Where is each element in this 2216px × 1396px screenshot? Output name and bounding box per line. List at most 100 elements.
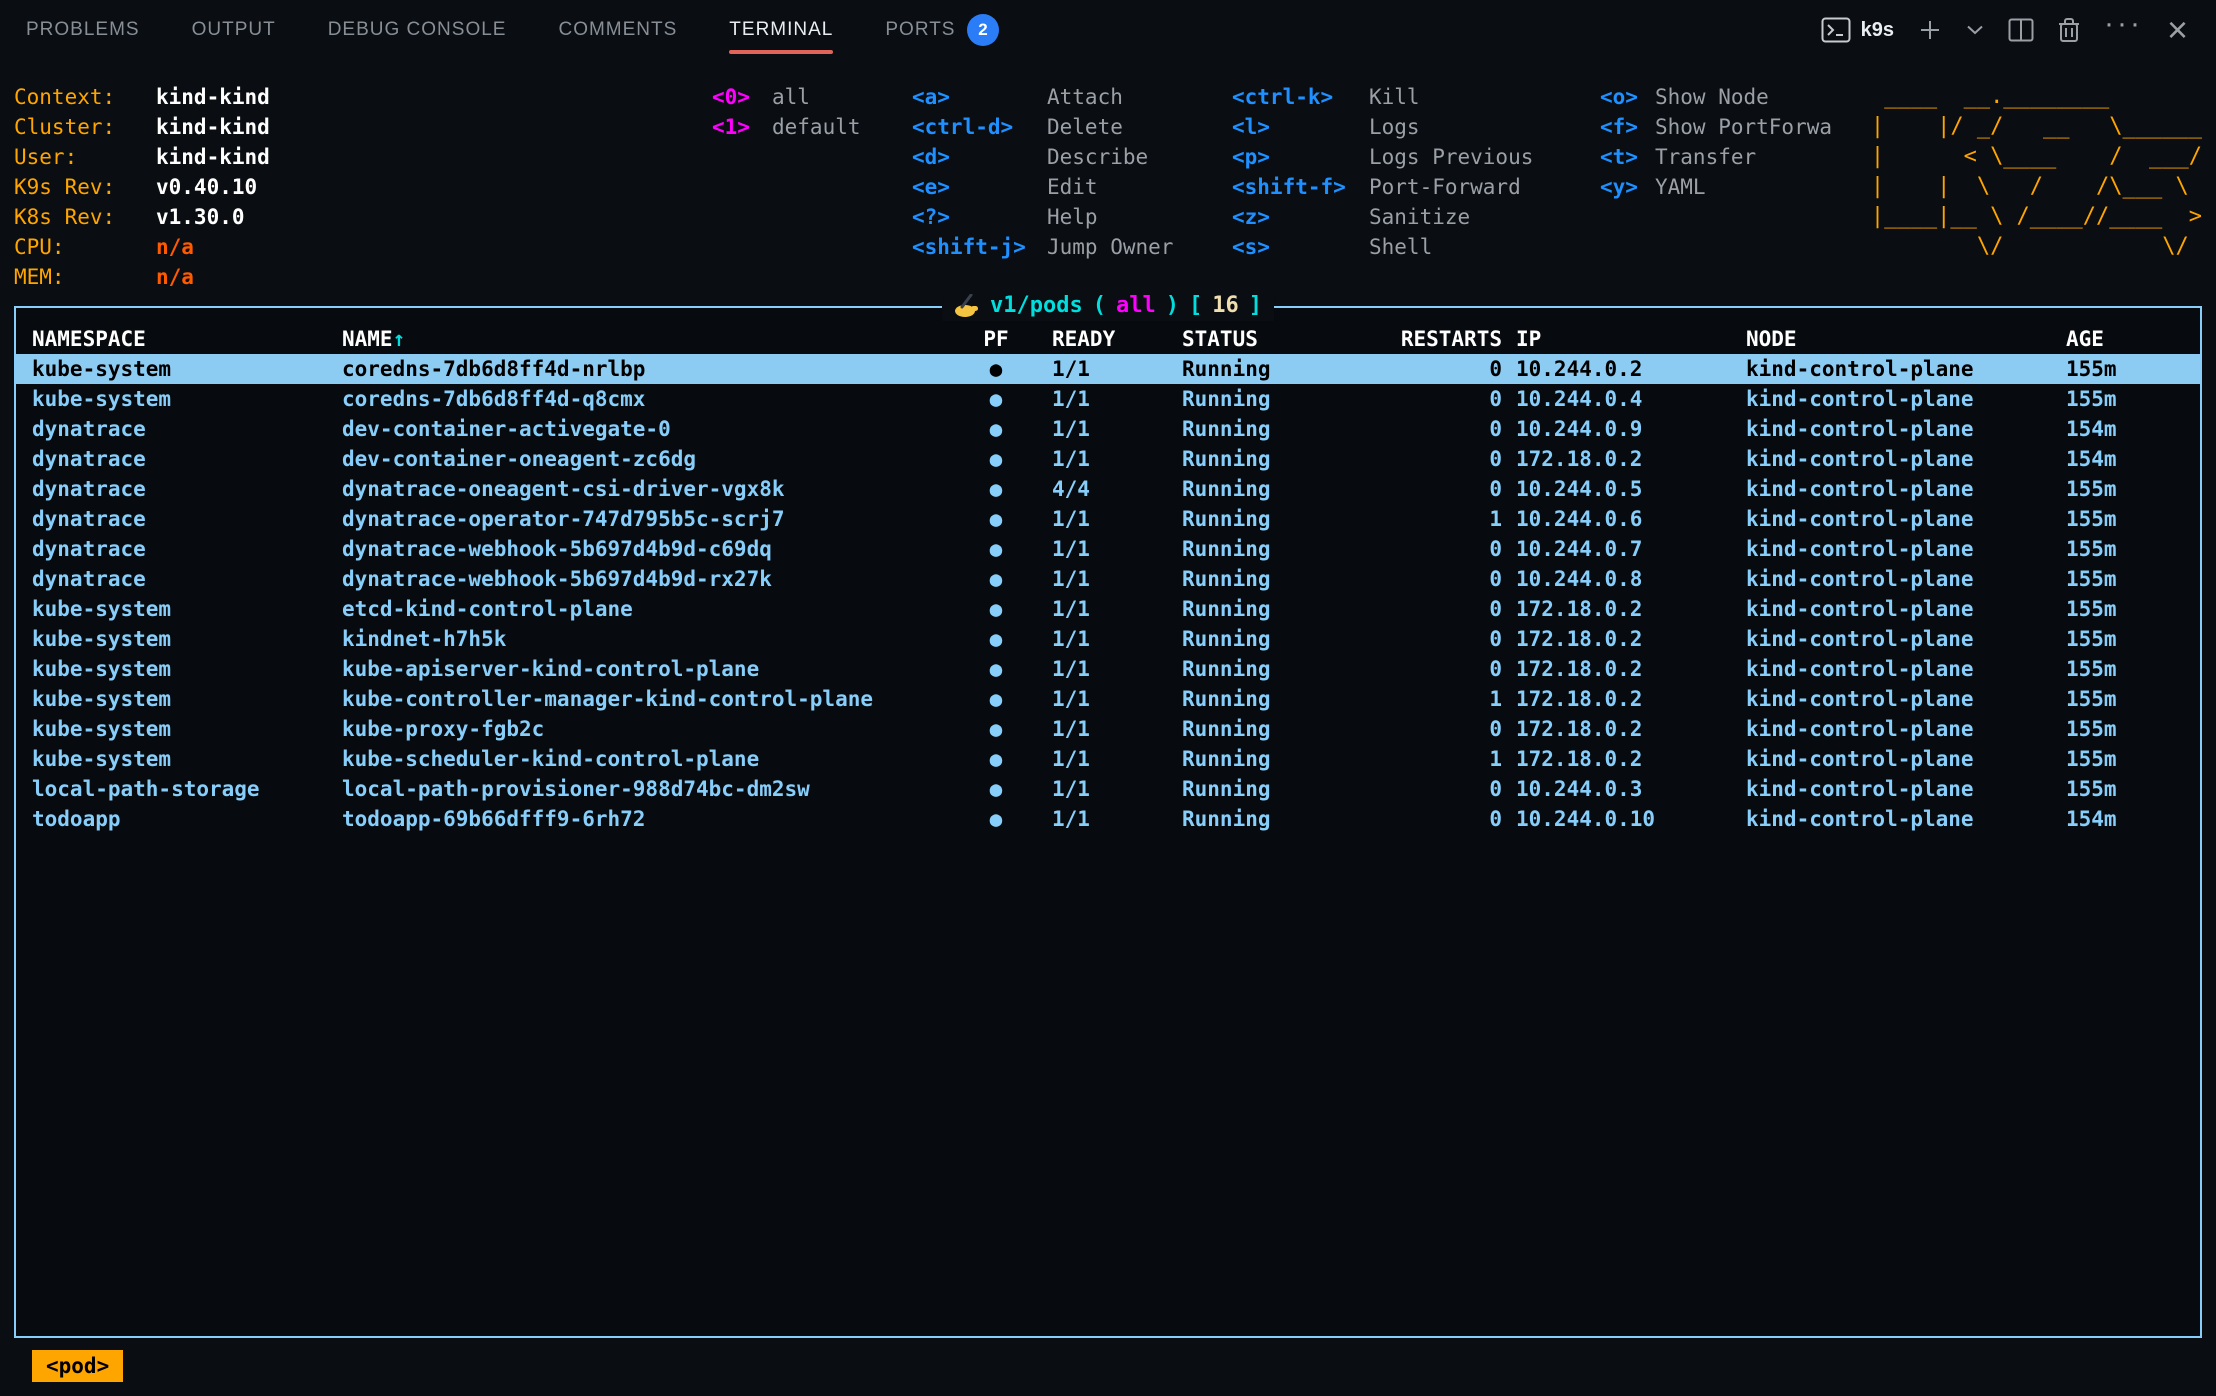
split-terminal-icon[interactable] — [2008, 18, 2034, 42]
pod-cell-ready[interactable]: 1/1 — [1026, 714, 1156, 744]
pod-cell-age[interactable]: 155m — [2066, 354, 2200, 384]
pod-cell-ip[interactable]: 172.18.0.2 — [1516, 594, 1746, 624]
pod-cell-ready[interactable]: 4/4 — [1026, 474, 1156, 504]
pod-cell-pf[interactable]: ● — [966, 624, 1026, 654]
pod-cell-name[interactable]: dynatrace-operator-747d795b5c-scrj7 — [326, 504, 966, 534]
pod-cell-namespace[interactable]: kube-system — [16, 684, 326, 714]
pod-cell-restarts[interactable]: 0 — [1366, 474, 1516, 504]
pod-cell-name[interactable]: coredns-7db6d8ff4d-q8cmx — [326, 384, 966, 414]
pod-cell-restarts[interactable]: 0 — [1366, 444, 1516, 474]
pod-cell-namespace[interactable]: dynatrace — [16, 444, 326, 474]
pod-cell-ready[interactable]: 1/1 — [1026, 624, 1156, 654]
close-panel-icon[interactable]: × — [2167, 20, 2188, 40]
pod-cell-pf[interactable]: ● — [966, 504, 1026, 534]
pod-cell-status[interactable]: Running — [1156, 744, 1366, 774]
pod-cell-age[interactable]: 155m — [2066, 684, 2200, 714]
pod-cell-status[interactable]: Running — [1156, 384, 1366, 414]
pod-cell-node[interactable]: kind-control-plane — [1746, 414, 2066, 444]
pod-cell-namespace[interactable]: kube-system — [16, 384, 326, 414]
pod-cell-pf[interactable]: ● — [966, 444, 1026, 474]
pod-cell-pf[interactable]: ● — [966, 654, 1026, 684]
pod-cell-status[interactable]: Running — [1156, 654, 1366, 684]
pod-cell-name[interactable]: todoapp-69b66dfff9-6rh72 — [326, 804, 966, 834]
pod-cell-status[interactable]: Running — [1156, 804, 1366, 834]
pod-cell-name[interactable]: kube-apiserver-kind-control-plane — [326, 654, 966, 684]
pod-cell-pf[interactable]: ● — [966, 474, 1026, 504]
pod-cell-namespace[interactable]: dynatrace — [16, 504, 326, 534]
pod-cell-pf[interactable]: ● — [966, 714, 1026, 744]
pod-cell-name[interactable]: dev-container-oneagent-zc6dg — [326, 444, 966, 474]
pod-cell-namespace[interactable]: local-path-storage — [16, 774, 326, 804]
tab-ports[interactable]: PORTS2 — [885, 0, 999, 60]
pod-cell-restarts[interactable]: 0 — [1366, 384, 1516, 414]
pod-cell-pf[interactable]: ● — [966, 354, 1026, 384]
pod-cell-name[interactable]: dynatrace-oneagent-csi-driver-vgx8k — [326, 474, 966, 504]
more-actions-icon[interactable]: ··· — [2104, 19, 2143, 41]
pod-cell-restarts[interactable]: 0 — [1366, 774, 1516, 804]
pod-cell-pf[interactable]: ● — [966, 774, 1026, 804]
pod-cell-node[interactable]: kind-control-plane — [1746, 774, 2066, 804]
new-terminal-icon[interactable] — [1918, 18, 1942, 42]
pod-cell-status[interactable]: Running — [1156, 444, 1366, 474]
pod-cell-status[interactable]: Running — [1156, 714, 1366, 744]
pod-cell-status[interactable]: Running — [1156, 534, 1366, 564]
kill-terminal-icon[interactable] — [2058, 17, 2080, 43]
pod-cell-pf[interactable]: ● — [966, 534, 1026, 564]
pod-cell-ready[interactable]: 1/1 — [1026, 354, 1156, 384]
pod-cell-status[interactable]: Running — [1156, 354, 1366, 384]
pod-cell-age[interactable]: 155m — [2066, 774, 2200, 804]
pod-cell-namespace[interactable]: kube-system — [16, 594, 326, 624]
launch-profile-chevron-icon[interactable] — [1966, 24, 1984, 36]
pod-cell-status[interactable]: Running — [1156, 624, 1366, 654]
pod-cell-restarts[interactable]: 0 — [1366, 354, 1516, 384]
pod-cell-namespace[interactable]: dynatrace — [16, 414, 326, 444]
pod-cell-ip[interactable]: 10.244.0.2 — [1516, 354, 1746, 384]
pod-cell-age[interactable]: 155m — [2066, 624, 2200, 654]
pod-cell-name[interactable]: kindnet-h7h5k — [326, 624, 966, 654]
tab-debug-console[interactable]: DEBUG CONSOLE — [328, 0, 507, 60]
pod-cell-ip[interactable]: 10.244.0.5 — [1516, 474, 1746, 504]
pod-cell-age[interactable]: 155m — [2066, 744, 2200, 774]
pod-cell-restarts[interactable]: 1 — [1366, 504, 1516, 534]
pod-cell-ip[interactable]: 172.18.0.2 — [1516, 744, 1746, 774]
pod-cell-age[interactable]: 155m — [2066, 714, 2200, 744]
pod-cell-node[interactable]: kind-control-plane — [1746, 474, 2066, 504]
pod-cell-node[interactable]: kind-control-plane — [1746, 684, 2066, 714]
pod-cell-restarts[interactable]: 0 — [1366, 624, 1516, 654]
pod-cell-namespace[interactable]: dynatrace — [16, 564, 326, 594]
pod-cell-ready[interactable]: 1/1 — [1026, 534, 1156, 564]
pod-cell-node[interactable]: kind-control-plane — [1746, 534, 2066, 564]
pod-cell-node[interactable]: kind-control-plane — [1746, 624, 2066, 654]
pod-cell-ip[interactable]: 10.244.0.3 — [1516, 774, 1746, 804]
pod-cell-pf[interactable]: ● — [966, 744, 1026, 774]
tab-problems[interactable]: PROBLEMS — [26, 0, 140, 60]
pod-cell-node[interactable]: kind-control-plane — [1746, 504, 2066, 534]
pod-cell-restarts[interactable]: 1 — [1366, 744, 1516, 774]
pod-cell-node[interactable]: kind-control-plane — [1746, 714, 2066, 744]
pod-cell-ip[interactable]: 172.18.0.2 — [1516, 714, 1746, 744]
pod-cell-ready[interactable]: 1/1 — [1026, 594, 1156, 624]
pod-cell-node[interactable]: kind-control-plane — [1746, 804, 2066, 834]
resource-crumb[interactable]: <pod> — [32, 1350, 123, 1382]
pod-cell-node[interactable]: kind-control-plane — [1746, 654, 2066, 684]
tab-terminal[interactable]: TERMINAL — [729, 0, 833, 60]
pod-cell-ip[interactable]: 172.18.0.2 — [1516, 684, 1746, 714]
pod-cell-ip[interactable]: 10.244.0.10 — [1516, 804, 1746, 834]
pod-cell-pf[interactable]: ● — [966, 804, 1026, 834]
pod-cell-age[interactable]: 154m — [2066, 804, 2200, 834]
pod-cell-age[interactable]: 154m — [2066, 414, 2200, 444]
pod-cell-status[interactable]: Running — [1156, 474, 1366, 504]
pod-cell-pf[interactable]: ● — [966, 564, 1026, 594]
pod-cell-node[interactable]: kind-control-plane — [1746, 564, 2066, 594]
tab-output[interactable]: OUTPUT — [192, 0, 276, 60]
pod-cell-ip[interactable]: 172.18.0.2 — [1516, 624, 1746, 654]
pod-cell-age[interactable]: 155m — [2066, 564, 2200, 594]
pod-cell-ready[interactable]: 1/1 — [1026, 654, 1156, 684]
pod-cell-restarts[interactable]: 0 — [1366, 654, 1516, 684]
pod-cell-age[interactable]: 155m — [2066, 504, 2200, 534]
pod-cell-namespace[interactable]: kube-system — [16, 654, 326, 684]
pod-cell-ip[interactable]: 10.244.0.8 — [1516, 564, 1746, 594]
pod-cell-ip[interactable]: 10.244.0.9 — [1516, 414, 1746, 444]
pod-cell-namespace[interactable]: kube-system — [16, 624, 326, 654]
pod-cell-ready[interactable]: 1/1 — [1026, 684, 1156, 714]
